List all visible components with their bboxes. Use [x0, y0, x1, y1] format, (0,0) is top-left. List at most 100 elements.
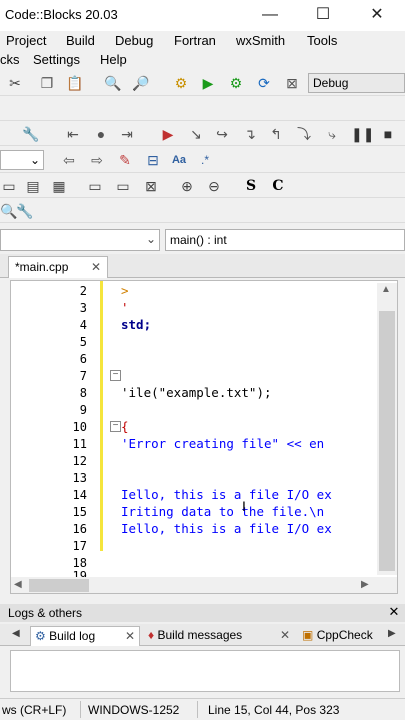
forward-arrow-icon[interactable]: ⇨	[88, 151, 106, 169]
breakpoint-icon[interactable]: ●	[92, 125, 110, 143]
menu-tools[interactable]: Tools	[307, 33, 337, 48]
close-icon[interactable]: ✕	[91, 257, 101, 277]
highlight-icon[interactable]: ✎	[116, 151, 134, 169]
function-select[interactable]: main() : int	[165, 229, 405, 251]
menu-help[interactable]: Help	[100, 52, 127, 67]
line-number: 3	[79, 301, 87, 315]
whole-word-icon[interactable]: Aa	[170, 151, 188, 169]
pause-icon[interactable]: ❚❚	[351, 125, 374, 143]
line-number: 9	[79, 403, 87, 417]
horizontal-scroll-thumb[interactable]	[29, 579, 89, 592]
step-forward-icon[interactable]: ⇥	[118, 125, 136, 143]
line-number: 17	[72, 539, 87, 553]
tab-cppcheck[interactable]: ▣ CppCheck	[298, 626, 384, 646]
tab-main-cpp[interactable]: *main.cpp ✕	[8, 256, 108, 278]
logs-content	[10, 650, 400, 692]
run-to-cursor-icon[interactable]: ↘	[187, 125, 205, 143]
find-icon[interactable]: 🔍	[104, 74, 122, 92]
tab-build-messages[interactable]: ♦ Build messages ✕	[144, 626, 294, 646]
status-divider	[197, 701, 198, 718]
next-instruction-icon[interactable]: ⤵	[295, 125, 313, 143]
window-title: Code::Blocks 20.03	[5, 7, 118, 22]
paste-icon[interactable]: 📋	[66, 74, 84, 92]
align-center-icon[interactable]: ▤	[24, 177, 42, 195]
abort-icon[interactable]: ⊠	[283, 74, 301, 92]
match-case-icon[interactable]: ⊟	[144, 151, 162, 169]
fold-toggle-icon[interactable]: −	[110, 370, 121, 381]
s-style-icon[interactable]: S	[242, 177, 260, 195]
change-marker-bar	[100, 281, 103, 551]
tab-label: Build messages	[157, 628, 243, 642]
cut-icon[interactable]: ✂	[6, 74, 24, 92]
copy-icon[interactable]: ❐	[38, 74, 56, 92]
cursor-position: Line 15, Col 44, Pos 323	[208, 703, 340, 717]
status-bar: ws (CR+LF) WINDOWS-1252 Line 15, Col 44,…	[0, 698, 405, 720]
rebuild-icon[interactable]: ⟳	[255, 74, 273, 92]
scroll-right-icon[interactable]: ▶	[361, 579, 369, 590]
toolbar-strip	[0, 97, 405, 121]
close-icon[interactable]: ✕	[385, 604, 403, 622]
next-line-icon[interactable]: ↪	[213, 125, 231, 143]
menu-plugins[interactable]: cks	[0, 52, 20, 67]
menu-debug[interactable]: Debug	[115, 33, 153, 48]
close-icon[interactable]: ✕	[125, 627, 135, 645]
frame-cross-icon[interactable]: ⊠	[142, 177, 160, 195]
close-window-button[interactable]: ✕	[362, 4, 392, 26]
build-target-select[interactable]: Debug	[308, 73, 405, 93]
zoom-out-icon[interactable]: ⊖	[205, 177, 223, 195]
encoding: WINDOWS-1252	[88, 703, 180, 717]
replace-icon[interactable]: 🔎	[132, 74, 150, 92]
menu-settings[interactable]: Settings	[33, 52, 80, 67]
close-icon[interactable]: ✕	[280, 626, 290, 644]
search-combo[interactable]: ⌄	[0, 150, 44, 170]
tab-scroll-left-icon[interactable]: ◀	[12, 628, 20, 639]
line-number: 8	[79, 386, 87, 400]
tab-build-log[interactable]: ⚙ Build log ✕	[30, 626, 140, 646]
chevron-down-icon: ⌄	[146, 232, 157, 246]
scroll-up-icon[interactable]: ▲	[381, 284, 391, 295]
line-number: 19	[72, 569, 87, 577]
tab-scroll-right-icon[interactable]: ▶	[388, 628, 396, 639]
step-back-icon[interactable]: ⇤	[64, 125, 82, 143]
align-icon[interactable]: ▭	[0, 177, 18, 195]
build-and-run-icon[interactable]: ⚙	[227, 74, 245, 92]
debug-toolbar: 🔧 ⇤ ● ⇥ ▶ ↘ ↪ ↴ ↰ ⤵ ⤷ ❚❚ ■	[0, 122, 405, 146]
grid-icon[interactable]: ▦	[50, 177, 68, 195]
wrench-icon[interactable]: 🔧	[22, 125, 40, 143]
menu-project[interactable]: Project	[6, 33, 46, 48]
menu-bar: Project Build Debug Fortran wxSmith Tool…	[0, 31, 405, 50]
build-gear-icon[interactable]: ⚙	[172, 74, 190, 92]
scroll-left-icon[interactable]: ◀	[14, 579, 22, 590]
layout-toolbar: ▭ ▤ ▦ ▭ ▭ ⊠ ⊕ ⊖ S C	[0, 174, 405, 198]
eol-mode: ws (CR+LF)	[2, 703, 67, 717]
menu-fortran[interactable]: Fortran	[174, 33, 216, 48]
fold-toggle-icon[interactable]: −	[110, 421, 121, 432]
step-into-icon[interactable]: ↴	[241, 125, 259, 143]
frame-icon[interactable]: ▭	[86, 177, 104, 195]
c-style-icon[interactable]: C	[269, 177, 287, 195]
stop-icon[interactable]: ■	[379, 125, 397, 143]
code-line: Iriting data to the file.\n	[121, 504, 325, 519]
line-number: 4	[79, 318, 87, 332]
step-out-icon[interactable]: ↰	[267, 125, 285, 143]
text-cursor-icon: I	[242, 498, 246, 514]
minimize-button[interactable]: —	[255, 4, 285, 26]
back-arrow-icon[interactable]: ⇦	[60, 151, 78, 169]
regex-icon[interactable]: .*	[196, 151, 214, 169]
code-line: Iello, this is a file I/O ex	[121, 521, 332, 536]
scope-select[interactable]	[0, 229, 160, 251]
code-line: 'ile("example.txt");	[121, 385, 272, 400]
step-instruction-icon[interactable]: ⤷	[323, 125, 341, 143]
debug-start-icon[interactable]: ▶	[159, 125, 177, 143]
code-editor[interactable]: 2 3 4 5 6 7 8 9 10 11 12 13 14 15 16 17 …	[10, 280, 398, 594]
frame-small-icon[interactable]: ▭	[114, 177, 132, 195]
menu-build[interactable]: Build	[66, 33, 95, 48]
run-icon[interactable]: ▶	[199, 74, 217, 92]
line-number: 6	[79, 352, 87, 366]
menu-wxsmith[interactable]: wxSmith	[236, 33, 285, 48]
tool-icon[interactable]: 🔧	[16, 202, 34, 220]
zoom-in-icon[interactable]: ⊕	[178, 177, 196, 195]
line-number-gutter: 2 3 4 5 6 7 8 9 10 11 12 13 14 15 16 17 …	[11, 281, 109, 577]
maximize-button[interactable]: ☐	[308, 4, 338, 26]
vertical-scroll-thumb[interactable]	[379, 311, 395, 571]
